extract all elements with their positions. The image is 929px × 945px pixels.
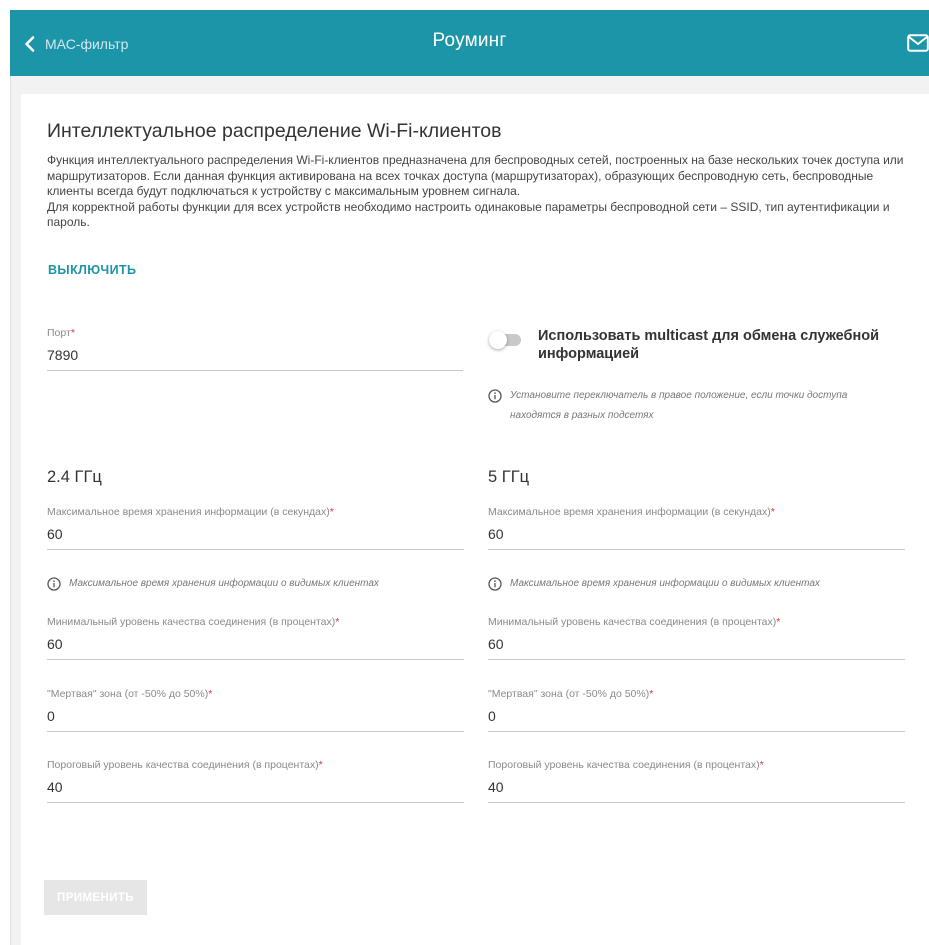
storage-label: Максимальное время хранения информации (… <box>47 506 334 518</box>
description-paragraph: Для корректной работы функции для всех у… <box>47 199 890 230</box>
dead-zone-label: "Мертвая" зона (от -50% до 50%)* <box>47 688 213 700</box>
info-icon <box>488 389 502 403</box>
settings-panel: Интеллектуальное распределение Wi-Fi-кли… <box>21 94 929 945</box>
min-quality-input[interactable]: 60 <box>488 633 905 659</box>
mail-icon <box>907 34 929 56</box>
multicast-toggle[interactable] <box>489 330 523 350</box>
port-field[interactable]: Порт* 7890 <box>47 326 463 371</box>
band-24-title: 2.4 ГГц <box>47 468 102 486</box>
band-24-dead-zone-field[interactable]: "Мертвая" зона (от -50% до 50%)* 0 <box>47 687 464 732</box>
dead-zone-label: "Мертвая" зона (от -50% до 50%)* <box>488 688 654 700</box>
band-24-storage-field[interactable]: Максимальное время хранения информации (… <box>47 505 464 550</box>
multicast-label: Использовать multicast для обмена служеб… <box>538 328 880 362</box>
threshold-input[interactable]: 40 <box>488 776 905 802</box>
band-5-title: 5 ГГц <box>488 468 530 486</box>
section-title: Интеллектуальное распределение Wi-Fi-кли… <box>47 120 502 142</box>
mail-button[interactable] <box>907 34 929 52</box>
band-24-storage-hint: Максимальное время хранения информации о… <box>47 574 464 594</box>
toggle-knob <box>489 331 507 349</box>
band-5-threshold-field[interactable]: Пороговый уровень качества соединения (в… <box>488 758 905 803</box>
section-description: Функция интеллектуального распределения … <box>47 153 909 231</box>
hint-text: Установите переключатель в правое положе… <box>510 390 848 421</box>
dead-zone-input[interactable]: 0 <box>488 705 905 731</box>
info-icon <box>47 577 61 591</box>
band-24-threshold-field[interactable]: Пороговый уровень качества соединения (в… <box>47 758 464 803</box>
port-input[interactable]: 7890 <box>47 344 463 370</box>
min-quality-label: Минимальный уровень качества соединения … <box>488 616 781 628</box>
band-5-min-quality-field[interactable]: Минимальный уровень качества соединения … <box>488 615 905 660</box>
band-5-storage-field[interactable]: Максимальное время хранения информации (… <box>488 505 905 550</box>
min-quality-input[interactable]: 60 <box>47 633 464 659</box>
min-quality-label: Минимальный уровень качества соединения … <box>47 616 340 628</box>
multicast-hint: Установите переключатель в правое положе… <box>488 386 898 426</box>
description-paragraph: Функция интеллектуального распределения … <box>47 153 904 198</box>
threshold-label: Пороговый уровень качества соединения (в… <box>488 759 764 771</box>
dead-zone-input[interactable]: 0 <box>47 705 464 731</box>
hint-text: Максимальное время хранения информации о… <box>510 578 820 589</box>
band-5-storage-hint: Максимальное время хранения информации о… <box>488 574 905 594</box>
port-label: Порт* <box>47 327 75 339</box>
hint-text: Максимальное время хранения информации о… <box>69 578 379 589</box>
band-24-min-quality-field[interactable]: Минимальный уровень качества соединения … <box>47 615 464 660</box>
disable-link[interactable]: ВЫКЛЮЧИТЬ <box>48 263 136 277</box>
apply-button[interactable]: ПРИМЕНИТЬ <box>44 880 147 915</box>
top-bar: МАС-фильтр Роуминг <box>10 10 929 76</box>
page-title: Роуминг <box>432 30 507 51</box>
storage-label: Максимальное время хранения информации (… <box>488 506 775 518</box>
threshold-label: Пороговый уровень качества соединения (в… <box>47 759 323 771</box>
storage-input[interactable]: 60 <box>47 523 464 549</box>
storage-input[interactable]: 60 <box>488 523 905 549</box>
info-icon <box>488 577 502 591</box>
threshold-input[interactable]: 40 <box>47 776 464 802</box>
band-5-dead-zone-field[interactable]: "Мертвая" зона (от -50% до 50%)* 0 <box>488 687 905 732</box>
